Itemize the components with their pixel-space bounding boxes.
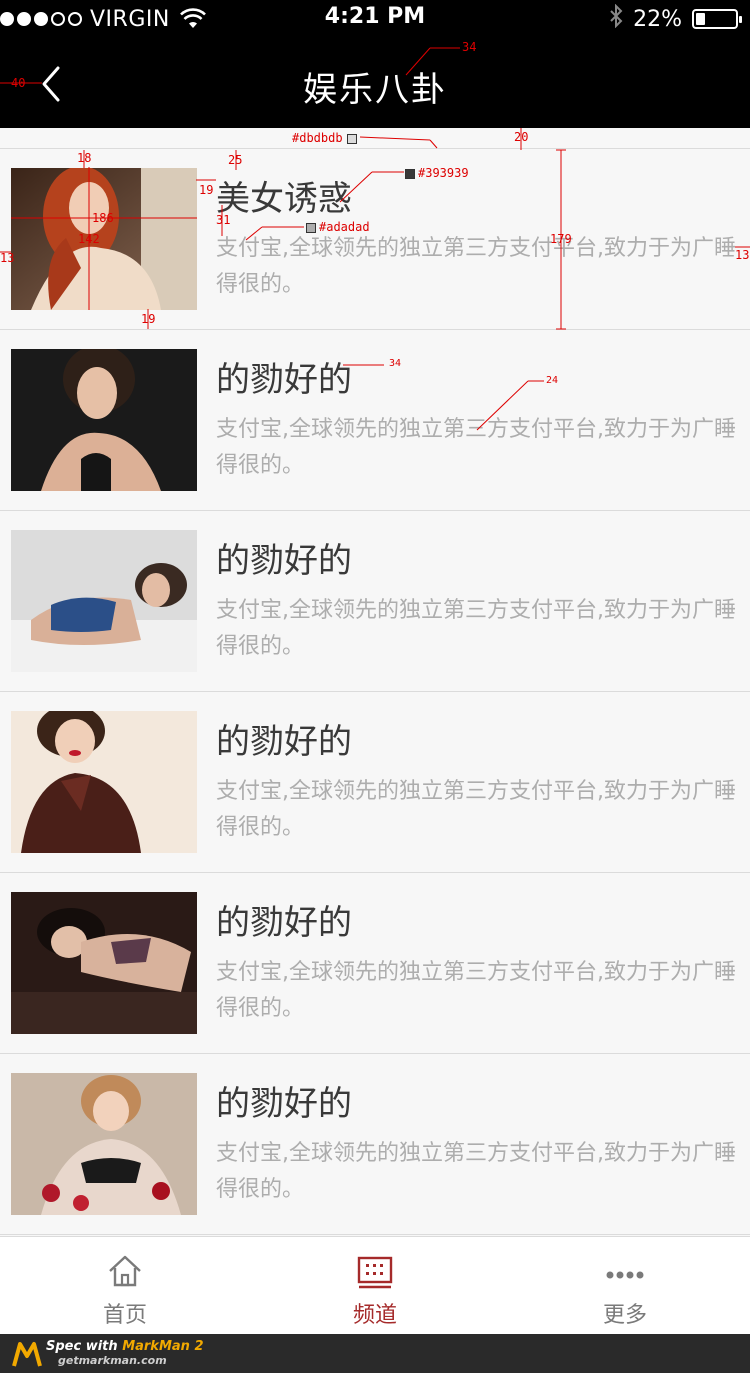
nav-bar: 娱乐八卦 [0,40,750,128]
thumbnail-image [11,1073,197,1215]
tab-bar: 首页 频道 更多 [0,1236,750,1334]
annotation-text: #393939 [418,166,469,180]
annotation-label: 19 [141,312,156,326]
list-item[interactable]: 的勠好的 支付宝,全球领先的独立第三方支付平台,致力于为广睡得很的。 [0,511,750,692]
item-description: 支付宝,全球领先的独立第三方支付平台,致力于为广睡得很的。 [216,598,736,659]
markman-logo-icon [12,1342,42,1367]
annotation-label: 34 [389,358,402,369]
annotation-text: #dbdbdb [292,131,343,145]
color-swatch [306,222,316,233]
annotation-label: 13 [735,248,750,262]
item-description: 支付宝,全球领先的独立第三方支付平台,致力于为广睡得很的。 [216,1141,736,1202]
annotation-label: 18 [77,151,92,165]
annotation-label: 20 [514,130,529,144]
annotation-label: 179 [550,232,572,246]
item-description: 支付宝,全球领先的独立第三方支付平台,致力于为广睡得很的。 [216,779,736,840]
status-right: 22% [609,3,742,34]
markman-brand: MarkMan 2 [122,1339,204,1354]
list-item[interactable]: 的勠好的 支付宝,全球领先的独立第三方支付平台,致力于为广睡得很的。 [0,1054,750,1235]
more-dots-icon [606,1271,644,1279]
annotation-color: #393939 [405,166,469,180]
tab-label: 频道 [352,1303,397,1328]
annotation-label: 25 [228,153,243,167]
item-title: 的勠好的 [216,722,352,762]
annotation-label: 40 [11,76,26,90]
markman-footer: Spec with MarkMan 2 getmarkman.com [0,1334,750,1373]
annotation-label: 142 [78,232,100,246]
news-list: 美女诱惑 支付宝,全球领先的独立第三方支付平台,致力于为广睡得很的。 的勠好的 … [0,148,750,1235]
item-description: 支付宝,全球领先的独立第三方支付平台,致力于为广睡得很的。 [216,417,736,478]
list-item[interactable]: 的勠好的 支付宝,全球领先的独立第三方支付平台,致力于为广睡得很的。 [0,692,750,873]
list-item[interactable]: 的勠好的 支付宝,全球领先的独立第三方支付平台,致力于为广睡得很的。 [0,873,750,1054]
color-swatch [405,168,415,179]
thumbnail-image [11,168,197,310]
status-bar: VIRGIN 4:21 PM 22% [0,0,750,40]
annotation-text: #adadad [319,220,370,234]
annotation-color: #dbdbdb [292,131,360,145]
item-title: 的勠好的 [216,1084,352,1124]
home-icon [109,1255,141,1287]
tab-channel[interactable]: 频道 [250,1237,500,1335]
channel-grid-icon [357,1256,393,1289]
list-item[interactable]: 美女诱惑 支付宝,全球领先的独立第三方支付平台,致力于为广睡得很的。 [0,149,750,330]
annotation-label: 13 [0,251,15,265]
battery-icon [692,9,742,29]
annotation-label: 186 [92,211,114,225]
battery-fill [696,13,706,25]
tab-more[interactable]: 更多 [500,1237,750,1335]
thumbnail-image [11,349,197,491]
tab-home[interactable]: 首页 [0,1237,250,1335]
bluetooth-icon [609,3,623,34]
item-title: 的勠好的 [216,541,352,581]
thumbnail-image [11,711,197,853]
list-item[interactable]: 的勠好的 支付宝,全球领先的独立第三方支付平台,致力于为广睡得很的。 [0,330,750,511]
item-title: 的勠好的 [216,360,352,400]
item-title: 的勠好的 [216,903,352,943]
item-title: 美女诱惑 [216,179,352,219]
annotation-color: #adadad [306,220,370,234]
item-description: 支付宝,全球领先的独立第三方支付平台,致力于为广睡得很的。 [216,236,736,297]
battery-percent: 22% [633,6,682,32]
annotation-label: 24 [546,375,559,386]
tab-label: 更多 [602,1303,647,1328]
markman-title: Spec with MarkMan 2 [46,1339,204,1354]
annotation-label: 19 [199,183,214,197]
annotation-label: 34 [462,40,477,54]
page-title: 娱乐八卦 [303,70,447,110]
tab-label: 首页 [102,1303,147,1328]
thumbnail-image [11,530,197,672]
item-description: 支付宝,全球领先的独立第三方支付平台,致力于为广睡得很的。 [216,960,736,1021]
markman-url: getmarkman.com [58,1354,167,1367]
thumbnail-image [11,892,197,1034]
markman-prefix: Spec with [46,1339,123,1354]
annotation-label: 31 [216,213,231,227]
color-swatch [346,133,357,144]
